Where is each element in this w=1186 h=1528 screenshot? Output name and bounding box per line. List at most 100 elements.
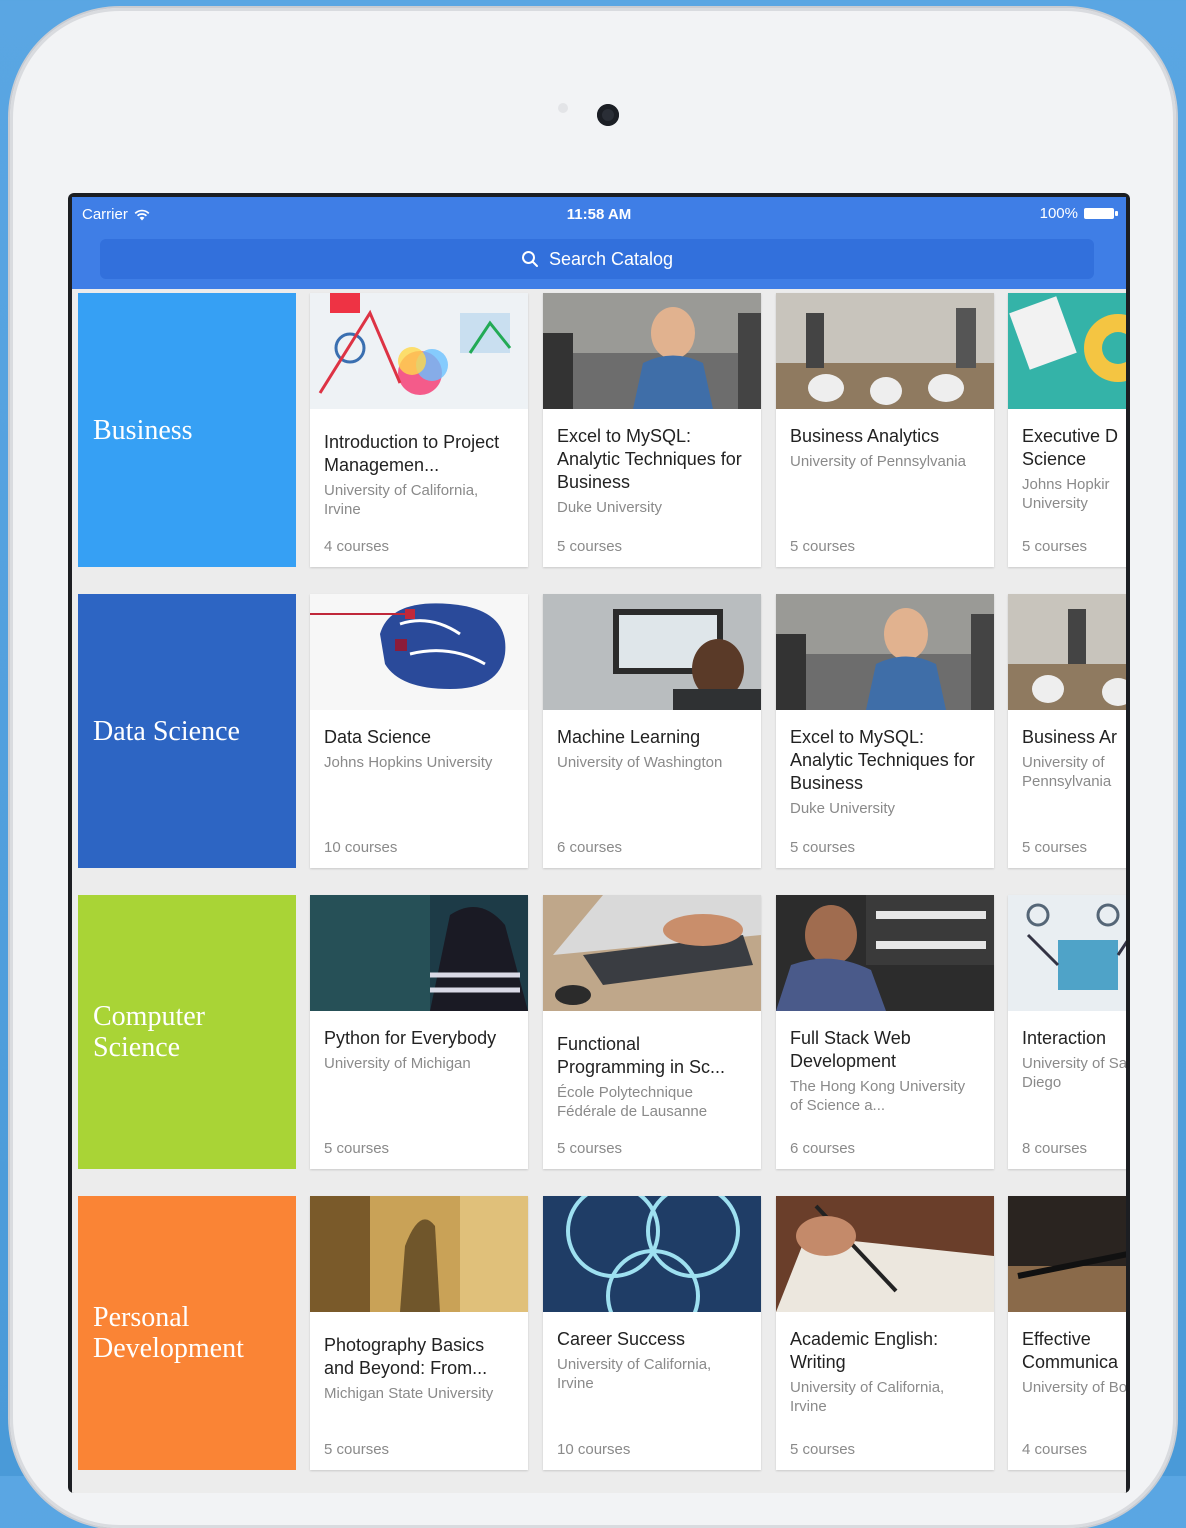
course-thumbnail: [1008, 594, 1126, 710]
status-time: 11:58 AM: [566, 206, 632, 223]
course-count: 5 courses: [324, 1441, 390, 1458]
course-university: Johns Hopkir University: [1022, 476, 1110, 512]
course-title: Effective Communica University of Boulde…: [1022, 1328, 1126, 1397]
course-university: University of Michigan: [324, 1055, 471, 1072]
course-thumbnail: [543, 293, 761, 409]
course-title-text: Machine Learning: [557, 727, 701, 747]
course-thumbnail: [310, 895, 528, 1011]
course-title-text: Python for Everybody: [324, 1028, 497, 1048]
course-card[interactable]: Academic English: Writing University of …: [776, 1196, 994, 1470]
course-card[interactable]: Business Ar University of Pennsylvania 5…: [1008, 594, 1126, 868]
course-count: 5 courses: [790, 1441, 856, 1458]
course-title-text: Excel to MySQL: Analytic Techniques for …: [790, 727, 975, 793]
front-camera: [597, 104, 619, 126]
course-title: Functional Programming in Sc... École Po…: [557, 1033, 747, 1121]
tablet-screen: Carrier 11:58 AM 100% Search Catalog Bus…: [68, 193, 1130, 1493]
course-count: 4 courses: [1022, 1441, 1088, 1458]
course-thumbnail: [776, 594, 994, 710]
course-title-text: Effective Communica: [1022, 1329, 1119, 1372]
category-tile-business[interactable]: Business: [78, 293, 296, 567]
course-card[interactable]: Python for Everybody University of Michi…: [310, 895, 528, 1169]
course-card[interactable]: Full Stack Web Development The Hong Kong…: [776, 895, 994, 1169]
course-thumbnail: [776, 1196, 994, 1312]
course-title: Full Stack Web Development The Hong Kong…: [790, 1027, 980, 1115]
course-title-text: Photography Basics and Beyond: From...: [324, 1335, 488, 1378]
course-university: University of Washington: [557, 754, 723, 771]
category-label: Data Science: [93, 715, 240, 747]
course-title: Career Success University of California,…: [557, 1328, 747, 1393]
course-thumbnail: [310, 293, 528, 409]
course-card[interactable]: Data Science Johns Hopkins University 10…: [310, 594, 528, 868]
course-count: 6 courses: [790, 1140, 856, 1157]
category-row-computer-science: Computer Science Python for Everybody Un…: [78, 895, 1126, 1170]
course-count: 5 courses: [790, 839, 856, 856]
course-university: University of California, Irvine: [790, 1379, 945, 1415]
course-count: 6 courses: [557, 839, 623, 856]
course-title-text: Functional Programming in Sc...: [557, 1034, 726, 1077]
course-card[interactable]: Excel to MySQL: Analytic Techniques for …: [776, 594, 994, 868]
course-title-text: Career Success: [557, 1329, 686, 1349]
course-count: 5 courses: [557, 1140, 623, 1157]
course-card[interactable]: Introduction to Project Managemen... Uni…: [310, 293, 528, 567]
course-university: University of Pennsylvania: [790, 453, 966, 470]
battery-status: 100%: [1040, 205, 1118, 222]
course-card[interactable]: Interaction University of San Diego 8 co…: [1008, 895, 1126, 1169]
category-row-personal-development: Personal Development Photography Basics …: [78, 1196, 1126, 1471]
app-screen: Carrier 11:58 AM 100% Search Catalog Bus…: [72, 197, 1126, 1493]
course-card[interactable]: Effective Communica University of Boulde…: [1008, 1196, 1126, 1470]
course-thumbnail: [310, 1196, 528, 1312]
category-label: Business: [93, 414, 193, 446]
category-tile-personal-development[interactable]: Personal Development: [78, 1196, 296, 1470]
course-count: 10 courses: [324, 839, 398, 856]
course-title-text: Data Science: [324, 727, 432, 747]
course-title: Excel to MySQL: Analytic Techniques for …: [790, 726, 980, 818]
course-card[interactable]: Executive D Science Johns Hopkir Univers…: [1008, 293, 1126, 567]
category-label: Computer Science: [93, 1001, 205, 1063]
search-bar[interactable]: Search Catalog: [100, 239, 1094, 279]
course-card[interactable]: Business Analytics University of Pennsyl…: [776, 293, 994, 567]
course-university: Michigan State University: [324, 1385, 494, 1402]
course-title: Excel to MySQL: Analytic Techniques for …: [557, 425, 747, 517]
course-thumbnail: [1008, 895, 1126, 1011]
course-thumbnail: [1008, 1196, 1126, 1312]
course-title-text: Business Ar: [1022, 727, 1118, 747]
course-count: 5 courses: [557, 538, 623, 555]
course-thumbnail: [776, 895, 994, 1011]
course-title: Business Ar University of Pennsylvania: [1022, 726, 1126, 791]
course-count: 5 courses: [1022, 538, 1088, 555]
course-title: Photography Basics and Beyond: From... M…: [324, 1334, 514, 1403]
course-card[interactable]: Photography Basics and Beyond: From... M…: [310, 1196, 528, 1470]
course-title: Python for Everybody University of Michi…: [324, 1027, 514, 1073]
course-title-text: Academic English: Writing: [790, 1329, 939, 1372]
course-title: Executive D Science Johns Hopkir Univers…: [1022, 425, 1126, 513]
course-title: Machine Learning University of Washingto…: [557, 726, 747, 772]
course-title: Introduction to Project Managemen... Uni…: [324, 431, 514, 519]
search-placeholder: Search Catalog: [548, 248, 674, 269]
search-icon: [521, 251, 538, 267]
course-university: University of San Diego: [1022, 1055, 1126, 1091]
course-thumbnail: [310, 594, 528, 710]
course-university: University of California, Irvine: [557, 1356, 712, 1392]
course-count: 5 courses: [324, 1140, 390, 1157]
course-title: Academic English: Writing University of …: [790, 1328, 980, 1416]
top-bar: Carrier 11:58 AM 100% Search Catalog: [72, 197, 1126, 289]
course-title-text: Excel to MySQL: Analytic Techniques for …: [557, 426, 742, 492]
course-title-text: Interaction: [1022, 1028, 1107, 1048]
course-thumbnail: [543, 1196, 761, 1312]
course-card[interactable]: Machine Learning University of Washingto…: [543, 594, 761, 868]
course-card[interactable]: Career Success University of California,…: [543, 1196, 761, 1470]
course-thumbnail: [543, 594, 761, 710]
course-title-text: Executive D Science: [1022, 426, 1119, 469]
course-count: 5 courses: [790, 538, 856, 555]
course-university: École Polytechnique Fédérale de Lausanne: [557, 1084, 708, 1120]
course-university: Johns Hopkins University: [324, 754, 493, 771]
category-tile-data-science[interactable]: Data Science: [78, 594, 296, 868]
course-card[interactable]: Functional Programming in Sc... École Po…: [543, 895, 761, 1169]
course-card[interactable]: Excel to MySQL: Analytic Techniques for …: [543, 293, 761, 567]
category-tile-computer-science[interactable]: Computer Science: [78, 895, 296, 1169]
course-title-text: Full Stack Web Development: [790, 1028, 911, 1071]
course-university: University of Pennsylvania: [1022, 754, 1112, 790]
course-title-text: Introduction to Project Managemen...: [324, 432, 500, 475]
category-label: Personal Development: [93, 1302, 244, 1364]
course-university: Duke University: [790, 800, 896, 817]
